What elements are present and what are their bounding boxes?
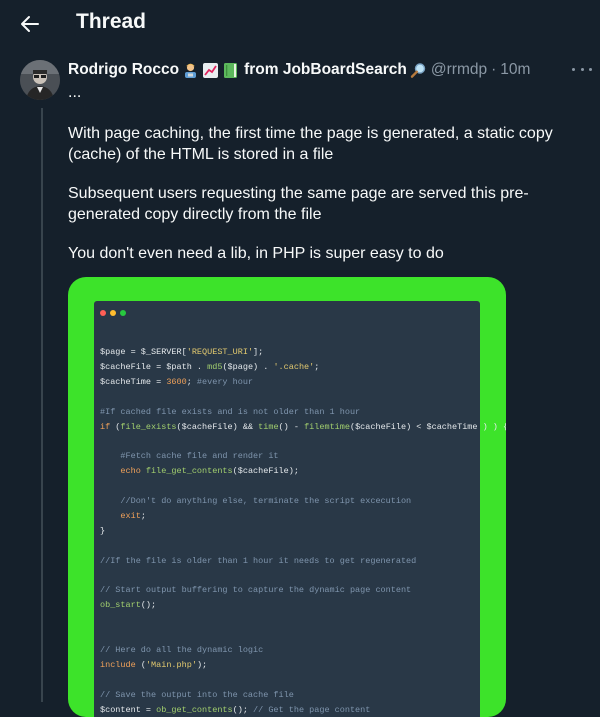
code-token: ]; [253, 347, 264, 357]
code-line: // Here do all the dynamic logic [100, 644, 263, 656]
collapsed-text-ellipsis: ... [68, 84, 82, 101]
code-token: ( [135, 659, 146, 670]
code-token: 'Main.php' [145, 659, 197, 670]
code-line: if (file_exists($cacheFile) && time() - … [100, 421, 506, 433]
code-token: // Here do all the dynamic logic [100, 645, 264, 655]
code-line: } [100, 525, 105, 537]
code-line: #If cached file exists and is not older … [100, 406, 360, 418]
code-line: $cacheFile = $path . md5($page) . '.cach… [100, 361, 319, 373]
code-line: ob_start(); [100, 599, 156, 611]
more-dot [580, 67, 584, 71]
code-token: #every hour [196, 376, 254, 387]
code-token: 'REQUEST_URI' [186, 347, 254, 357]
more-options-button[interactable] [572, 61, 592, 77]
code-token: // Start output buffering to capture the… [100, 585, 412, 596]
code-token: (); [140, 600, 157, 611]
code-token: ($cacheFile) < $cacheTime ) ) { [349, 421, 506, 432]
code-line: $page = $_SERVER['REQUEST_URI']; [100, 346, 263, 358]
tweet-paragraph-3: You don't even need a lib, in PHP is sup… [68, 245, 444, 262]
code-token: ); [196, 659, 208, 670]
code-token: include [100, 659, 136, 670]
more-dot [589, 67, 592, 71]
tweet-image[interactable]: $page = $_SERVER['REQUEST_URI']; $cacheFi… [68, 277, 506, 717]
code-token: $content = [100, 704, 157, 715]
code-line: //If the file is older than 1 hour it ne… [100, 555, 416, 567]
chart-increasing-emoji-icon [203, 62, 219, 78]
code-line: $content = ob_get_contents(); // Get the… [100, 704, 370, 716]
window-control-dots [100, 310, 126, 316]
window-dot-red [100, 310, 106, 316]
code-line: // Save the output into the cache file [100, 689, 294, 701]
code-token: file_get_contents [145, 466, 233, 477]
code-token: md5 [207, 361, 223, 372]
code-line: include ('Main.php'); [100, 659, 207, 671]
back-button[interactable] [14, 8, 46, 40]
author-name[interactable]: Rodrigo Rocco [68, 61, 179, 79]
separator-dot: · [491, 61, 497, 78]
code-token: echo [120, 466, 141, 477]
code-token: ($page) . [222, 361, 274, 372]
code-token: ; [186, 376, 197, 387]
code-token: } [100, 525, 106, 536]
code-token: ob_start [100, 600, 141, 611]
tweet-paragraph-1: With page caching, the first time the pa… [68, 125, 553, 163]
code-token: // Save the output into the cache file [100, 689, 294, 700]
code-token: $cacheFile = $path . [100, 361, 208, 372]
window-dot-yellow [110, 310, 116, 316]
window-dot-green [120, 310, 126, 316]
code-token: ; [314, 361, 320, 372]
code-token: filemtime [304, 421, 350, 432]
code-token: ($cacheFile); [232, 466, 299, 477]
back-arrow-icon [21, 16, 39, 32]
code-token: //Don't do anything else, terminate the … [100, 496, 412, 506]
author-handle[interactable]: @rrmdp [431, 61, 487, 79]
code-token: ( [110, 421, 121, 432]
green-book-emoji-icon [224, 62, 238, 78]
code-token: ($cacheFile) && [176, 421, 259, 432]
code-token: $cacheTime = [100, 376, 167, 387]
avatar-photo-icon [20, 60, 60, 100]
code-line: $cacheTime = 3600; #every hour [100, 376, 253, 388]
code-token: // Get the page content [253, 704, 371, 715]
top-bar: Thread [0, 0, 600, 47]
technologist-emoji-icon [185, 63, 197, 78]
page-title: Thread [76, 10, 147, 33]
code-token: exit [120, 510, 141, 521]
author-name-suffix: from JobBoardSearch [244, 61, 407, 78]
more-dots-icon [572, 67, 575, 71]
code-token: ; [140, 510, 146, 521]
magnifying-glass-emoji-icon [410, 62, 426, 78]
tweet-paragraph-2: Subsequent users requesting the same pag… [68, 185, 529, 223]
code-token: time [258, 421, 279, 432]
code-token: () - [278, 421, 305, 432]
tweet-author-row: Rodrigo Rocco from JobBoardSearch @rrmdp… [68, 60, 578, 80]
code-token: //If the file is older than 1 hour it ne… [100, 555, 417, 566]
avatar[interactable] [20, 60, 60, 100]
code-token: '.cache' [273, 361, 315, 372]
code-line: //Don't do anything else, terminate the … [100, 495, 411, 507]
thread-connector-line [41, 108, 43, 702]
tweet-timestamp[interactable]: 10m [500, 61, 530, 79]
code-token: #If cached file exists and is not older … [100, 406, 361, 417]
code-line: // Start output buffering to capture the… [100, 584, 411, 596]
code-token: (); [232, 704, 254, 715]
code-line: exit; [100, 510, 146, 522]
code-screenshot-window: $page = $_SERVER['REQUEST_URI']; $cacheFi… [94, 301, 506, 717]
code-token: $page = $_SERVER[ [100, 347, 187, 357]
code-token: #Fetch cache file and render it [100, 451, 279, 462]
code-line: #Fetch cache file and render it [100, 450, 279, 462]
code-token: ob_get_contents [156, 704, 233, 715]
code-token: 3600 [166, 376, 187, 387]
code-token: if [100, 421, 111, 432]
code-line: echo file_get_contents($cacheFile); [100, 465, 299, 477]
code-token: file_exists [120, 421, 177, 432]
